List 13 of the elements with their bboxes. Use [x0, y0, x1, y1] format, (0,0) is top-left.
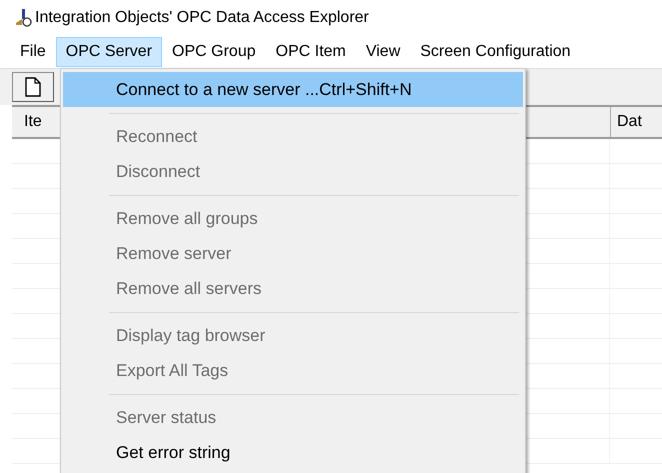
menu-item[interactable]: OPC Server: [56, 37, 162, 67]
menu-item[interactable]: OPC Item: [266, 37, 356, 67]
window-title: Integration Objects' OPC Data Access Explorer: [35, 9, 369, 27]
menu-item[interactable]: OPC Group: [162, 37, 266, 67]
new-document-button[interactable]: [12, 72, 54, 102]
menu-item[interactable]: File: [10, 37, 56, 67]
document-icon: [25, 77, 41, 97]
menu-option[interactable]: Get error string: [63, 435, 523, 470]
menu-option[interactable]: Connect to a new server ...Ctrl+Shift+N: [63, 72, 523, 107]
menu-item[interactable]: Screen Configuration: [410, 37, 581, 67]
app-icon: [14, 9, 32, 27]
column-header[interactable]: Dat: [610, 107, 662, 137]
menu-item[interactable]: View: [356, 37, 410, 67]
